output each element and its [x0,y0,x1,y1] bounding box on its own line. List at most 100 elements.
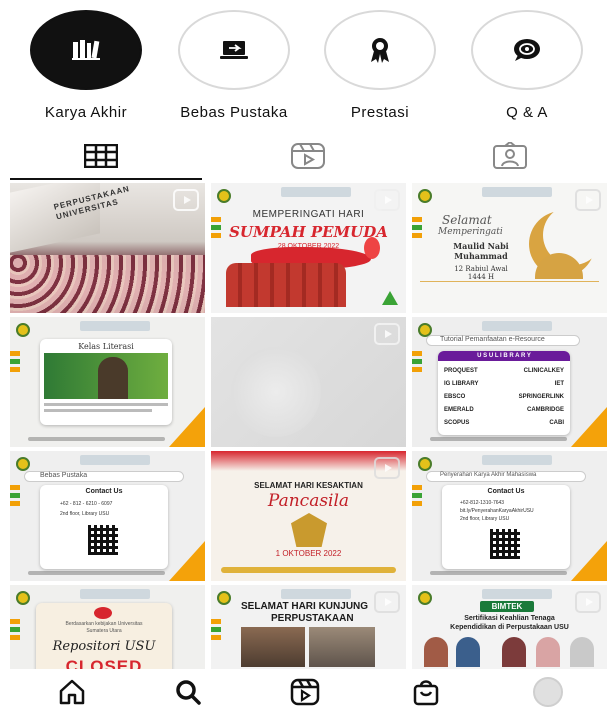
post-thumbnail[interactable]: SELAMAT HARI KESAKTIAN Pancasila 1 OKTOB… [211,451,406,581]
highlight-circle [30,10,142,90]
post-thumbnail[interactable]: Tutorial Pemanfaatan e-Resource U S U L … [412,317,607,447]
laptop-plane-icon [220,41,248,59]
nav-profile[interactable] [528,676,568,708]
accent-bars [10,485,20,511]
reel-indicator-icon [575,591,601,613]
contact-address: 2nd floor, Library USU [460,516,510,522]
tab-grid[interactable] [0,132,202,180]
corner-decor [169,541,205,581]
highlight-circle [324,10,436,90]
highlight-qa[interactable]: Q & A [467,10,587,121]
brand-logo [80,455,150,465]
corner-decor [571,407,607,447]
contact-link: bit.ly/PenyerahanKaryaAkhirUSU [460,508,534,514]
post-thumbnail[interactable]: Berdasarkan kebijakan Universitas Sumate… [10,585,205,669]
reel-indicator-icon [374,323,400,345]
brand-logo [482,321,552,331]
contact-phone: +62-812-1310-7643 [460,500,505,506]
search-bar-text: Tutorial Pemanfaatan e-Resource [440,336,545,343]
highlight-circle [471,10,583,90]
nav-search[interactable] [168,676,208,708]
post-thumbnail[interactable]: SELAMAT HARI KUNJUNG PERPUSTAKAAN [211,585,406,669]
shop-bag-icon [413,680,439,706]
resource-label: SPRINGERLINK [518,394,564,400]
contact-address: 2nd floor, Library USU [60,511,110,517]
brand-logo [281,187,351,197]
usu-logo [16,457,30,471]
reels-icon [290,678,320,706]
corner-decor [571,541,607,581]
award-ribbon-icon [371,38,389,63]
post-thumbnail[interactable]: Selamat Memperingati Maulid Nabi Muhamma… [412,183,607,313]
highlight-prestasi[interactable]: Prestasi [320,10,440,121]
card-heading: Contact Us [487,488,525,495]
qr-code [490,529,520,559]
post-title: Pancasila [267,491,350,511]
resource-label: CAMBRIDGE [527,407,564,413]
search-bar-text: Bebas Pustaka [40,472,88,479]
reel-indicator-icon [374,189,400,211]
post-thumbnail[interactable]: Kelas Literasi [10,317,205,447]
footer-contacts [28,571,165,575]
usu-logo [418,591,432,605]
content-card: Contact Us +62 - 812 - 6210 - 6097 2nd f… [40,485,168,569]
accent-bars [412,485,422,511]
brand-logo [281,589,351,599]
post-thumbnail[interactable]: Penyerahan Karya Akhir Mahasiswa Contact… [412,451,607,581]
post-title: Maulid Nabi Muhammad [453,241,509,261]
post-title: SELAMAT HARI KUNJUNG [241,601,369,612]
resource-label: EMERALD [444,407,474,413]
posts-grid: PERPUSTAKAAN UNIVERSITAS MEMPERINGATI HA… [10,183,607,669]
accent-bars [412,351,422,377]
resource-label: IG LIBRARY [444,381,479,387]
footer-contacts [430,571,567,575]
brand-logo [482,589,552,599]
reel-indicator-icon [575,189,601,211]
post-thumbnail[interactable]: MEMPERINGATI HARI SUMPAH PEMUDA 28 OKTOB… [211,183,406,313]
tagged-person-icon [493,142,527,169]
accent-bars [211,217,221,243]
highlight-label: Prestasi [350,104,410,121]
post-line: Memperingati [438,227,503,237]
content-card: Contact Us +62-812-1310-7643 bit.ly/Peny… [442,485,570,569]
post-title: PERPUSTAKAAN [271,613,354,624]
bottom-navigation [0,670,607,712]
card-heading: Contact Us [85,488,123,495]
policy-note: Berdasarkan kebijakan Universitas Sumate… [65,621,143,634]
nav-reels[interactable] [285,676,325,708]
footer-contacts [28,437,165,441]
usu-logo [16,591,30,605]
badge: BIMTEK [480,601,534,612]
card-header: U S U L I B R A R Y [438,351,570,361]
highlight-karya-akhir[interactable]: Karya Akhir [26,10,146,121]
content-card: U S U L I B R A R Y PROQUEST CLINICALKEY … [438,351,570,435]
post-thumbnail[interactable]: PERPUSTAKAAN UNIVERSITAS [10,183,205,313]
footer-contacts [430,437,567,441]
highlight-label: Karya Akhir [44,104,128,121]
home-icon [59,679,85,705]
content-card: Berdasarkan kebijakan Universitas Sumate… [36,603,172,669]
tab-reels[interactable] [207,132,409,180]
nav-shop[interactable] [406,676,446,708]
resource-label: IET [554,381,564,387]
reel-indicator-icon [374,457,400,479]
resource-label: SCOPUS [444,420,470,426]
post-date: 12 Rabiul Awal 1444 H [454,265,508,281]
content-card: Kelas Literasi [40,339,172,425]
post-line: Kependidikan di Perpustakaan USU [450,624,569,631]
post-thumbnail[interactable]: BIMTEK Sertifikasi Keahlian Tenaga Kepen… [412,585,607,669]
profile-tabs [0,132,607,182]
reels-icon [291,143,325,169]
profile-avatar-icon [533,677,563,707]
reel-indicator-icon [173,189,199,211]
highlight-label: Q & A [506,104,548,121]
nav-home[interactable] [52,676,92,708]
highlight-circle [178,10,290,90]
highlight-bebas-pustaka[interactable]: Bebas Pustaka [174,10,294,121]
post-line: Selamat [442,213,492,227]
brand-logo [80,321,150,331]
post-thumbnail[interactable] [211,317,406,447]
post-thumbnail[interactable]: Bebas Pustaka Contact Us +62 - 812 - 621… [10,451,205,581]
tab-tagged[interactable] [409,132,607,180]
usu-logo [418,189,432,203]
